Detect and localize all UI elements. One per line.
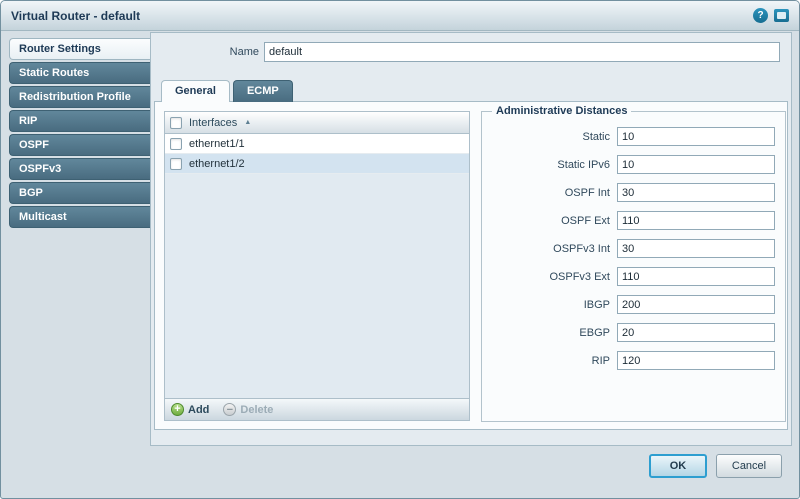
ospfv3-ext-distance-input[interactable] <box>617 267 775 286</box>
ospf-int-distance-input[interactable] <box>617 183 775 202</box>
rip-distance-input[interactable] <box>617 351 775 370</box>
sidebar-item-multicast[interactable]: Multicast <box>9 206 151 228</box>
field-row: OSPFv3 Ext <box>492 267 775 286</box>
field-row: Static IPv6 <box>492 155 775 174</box>
field-row: OSPF Ext <box>492 211 775 230</box>
help-icon[interactable]: ? <box>753 8 768 23</box>
select-all-checkbox[interactable] <box>170 117 182 129</box>
ok-button[interactable]: OK <box>649 454 707 478</box>
name-label: Name <box>225 46 259 58</box>
sidebar-item-rip[interactable]: RIP <box>9 110 151 132</box>
row-checkbox[interactable] <box>170 158 182 170</box>
field-row: EBGP <box>492 323 775 342</box>
sort-asc-icon[interactable]: ▲ <box>244 119 251 126</box>
table-row-ethernet1-2[interactable]: ethernet1/2 <box>165 154 469 174</box>
field-row: OSPFv3 Int <box>492 239 775 258</box>
title-bar: Virtual Router - default ? <box>1 1 799 31</box>
rip-distance-label: RIP <box>492 355 610 367</box>
delete-button-label: Delete <box>240 404 273 416</box>
add-button[interactable]: + Add <box>171 403 209 416</box>
ebgp-distance-input[interactable] <box>617 323 775 342</box>
sidebar: Router Settings Static Routes Redistribu… <box>9 38 151 228</box>
tab-general[interactable]: General <box>161 80 230 102</box>
administrative-distances-legend: Administrative Distances <box>492 105 631 117</box>
dialog-title: Virtual Router - default <box>11 9 140 23</box>
delete-icon: − <box>223 403 236 416</box>
static-ipv6-distance-input[interactable] <box>617 155 775 174</box>
static-distance-label: Static <box>492 131 610 143</box>
table-toolbar: + Add − Delete <box>165 398 469 420</box>
row-checkbox[interactable] <box>170 138 182 150</box>
ospf-int-distance-label: OSPF Int <box>492 187 610 199</box>
ibgp-distance-label: IBGP <box>492 299 610 311</box>
ebgp-distance-label: EBGP <box>492 327 610 339</box>
ospf-ext-distance-input[interactable] <box>617 211 775 230</box>
titlebar-icons: ? <box>753 8 789 23</box>
administrative-distances-group: Administrative Distances Static Static I… <box>481 105 786 422</box>
table-empty-area <box>165 174 469 398</box>
field-row: Static <box>492 127 775 146</box>
field-row: IBGP <box>492 295 775 314</box>
ibgp-distance-input[interactable] <box>617 295 775 314</box>
sidebar-item-bgp[interactable]: BGP <box>9 182 151 204</box>
virtual-router-dialog: Virtual Router - default ? Router Settin… <box>0 0 800 499</box>
field-row: OSPF Int <box>492 183 775 202</box>
name-input[interactable] <box>264 42 780 62</box>
content-panel: Name General ECMP Interfaces ▲ ethernet1… <box>150 32 792 446</box>
ospfv3-int-distance-label: OSPFv3 Int <box>492 243 610 255</box>
add-button-label: Add <box>188 404 209 416</box>
static-ipv6-distance-label: Static IPv6 <box>492 159 610 171</box>
ospf-ext-distance-label: OSPF Ext <box>492 215 610 227</box>
dock-icon[interactable] <box>774 9 789 22</box>
sidebar-item-ospf[interactable]: OSPF <box>9 134 151 156</box>
table-row-ethernet1-1[interactable]: ethernet1/1 <box>165 134 469 154</box>
field-row: RIP <box>492 351 775 370</box>
delete-button[interactable]: − Delete <box>223 403 273 416</box>
static-distance-input[interactable] <box>617 127 775 146</box>
ospfv3-ext-distance-label: OSPFv3 Ext <box>492 271 610 283</box>
sidebar-item-router-settings[interactable]: Router Settings <box>9 38 151 60</box>
sidebar-item-static-routes[interactable]: Static Routes <box>9 62 151 84</box>
inner-tabstrip: General ECMP <box>161 80 293 102</box>
interface-name: ethernet1/2 <box>189 158 245 170</box>
add-icon: + <box>171 403 184 416</box>
interfaces-header-row[interactable]: Interfaces ▲ <box>165 112 469 134</box>
tab-ecmp[interactable]: ECMP <box>233 80 293 102</box>
interface-name: ethernet1/1 <box>189 138 245 150</box>
ospfv3-int-distance-input[interactable] <box>617 239 775 258</box>
dialog-footer: OK Cancel <box>649 454 782 478</box>
sidebar-item-redistribution-profile[interactable]: Redistribution Profile <box>9 86 151 108</box>
cancel-button[interactable]: Cancel <box>716 454 782 478</box>
general-tab-panel: Interfaces ▲ ethernet1/1 ethernet1/2 + A… <box>154 101 788 430</box>
interfaces-column-header[interactable]: Interfaces <box>189 117 237 129</box>
interfaces-table: Interfaces ▲ ethernet1/1 ethernet1/2 + A… <box>164 111 470 421</box>
sidebar-item-ospfv3[interactable]: OSPFv3 <box>9 158 151 180</box>
